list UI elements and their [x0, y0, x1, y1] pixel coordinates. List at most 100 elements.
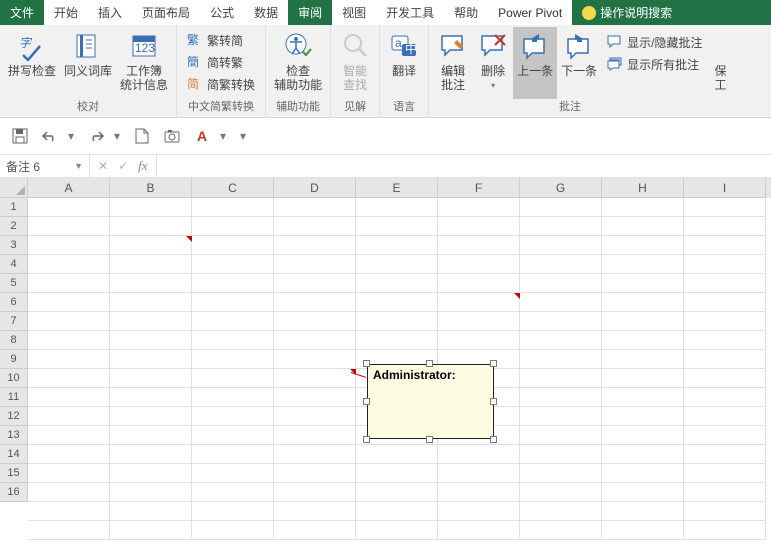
cell[interactable] [110, 407, 192, 426]
row-header[interactable]: 12 [0, 407, 28, 426]
enter-formula-button[interactable]: ✓ [118, 159, 128, 173]
col-header[interactable]: C [192, 178, 274, 198]
cell[interactable] [192, 369, 274, 388]
cell[interactable] [520, 198, 602, 217]
name-box-input[interactable] [6, 159, 66, 173]
cell[interactable] [602, 388, 684, 407]
cell[interactable] [28, 255, 110, 274]
cell[interactable] [110, 236, 192, 255]
cell[interactable] [274, 388, 356, 407]
row-header[interactable]: 3 [0, 236, 28, 255]
cell[interactable] [520, 445, 602, 464]
cell[interactable] [602, 483, 684, 502]
cell[interactable] [274, 445, 356, 464]
cell[interactable] [356, 236, 438, 255]
col-header[interactable]: B [110, 178, 192, 198]
cell[interactable] [274, 350, 356, 369]
undo-dropdown[interactable]: ▾ [68, 129, 78, 143]
cell[interactable] [520, 274, 602, 293]
next-comment-button[interactable]: 下一条 [557, 27, 601, 99]
edit-comment-button[interactable]: 编辑 批注 [433, 27, 473, 99]
qat-customize[interactable]: ▾ [240, 129, 250, 143]
cell[interactable] [356, 483, 438, 502]
cell[interactable] [192, 407, 274, 426]
cell[interactable] [274, 369, 356, 388]
tab-file[interactable]: 文件 [0, 0, 44, 25]
check-accessibility-button[interactable]: 检查 辅助功能 [270, 27, 326, 99]
cell[interactable] [110, 502, 192, 521]
cell[interactable] [520, 407, 602, 426]
cell[interactable] [274, 426, 356, 445]
thesaurus-button[interactable]: 同义词库 [60, 27, 116, 99]
cell[interactable] [356, 521, 438, 540]
cell[interactable] [520, 312, 602, 331]
cell[interactable] [438, 483, 520, 502]
name-box[interactable]: ▼ [0, 155, 90, 177]
spell-check-button[interactable]: 字 拼写检查 [4, 27, 60, 99]
cell[interactable] [438, 255, 520, 274]
cell[interactable] [520, 350, 602, 369]
cell[interactable] [274, 255, 356, 274]
cell[interactable] [602, 236, 684, 255]
col-header[interactable]: H [602, 178, 684, 198]
protect-button[interactable]: 保 工 [708, 27, 732, 99]
cell[interactable] [192, 274, 274, 293]
qat-camera-button[interactable] [160, 124, 184, 148]
qat-redo-button[interactable] [84, 124, 108, 148]
cell[interactable] [602, 426, 684, 445]
resize-handle[interactable] [426, 436, 433, 443]
cell[interactable] [192, 350, 274, 369]
resize-handle[interactable] [490, 436, 497, 443]
cell[interactable] [602, 502, 684, 521]
cell[interactable] [520, 331, 602, 350]
cell[interactable] [684, 464, 766, 483]
resize-handle[interactable] [490, 398, 497, 405]
cell[interactable] [110, 521, 192, 540]
cell[interactable] [602, 312, 684, 331]
cell[interactable] [602, 369, 684, 388]
resize-handle[interactable] [426, 360, 433, 367]
select-all-button[interactable] [0, 178, 28, 198]
redo-dropdown[interactable]: ▾ [114, 129, 124, 143]
row-header[interactable]: 9 [0, 350, 28, 369]
cell[interactable] [438, 236, 520, 255]
cell[interactable] [28, 217, 110, 236]
cell[interactable] [684, 217, 766, 236]
cell[interactable] [356, 445, 438, 464]
cell[interactable] [274, 274, 356, 293]
cell[interactable] [110, 217, 192, 236]
cell[interactable] [356, 198, 438, 217]
tab-formulas[interactable]: 公式 [200, 0, 244, 25]
cell[interactable] [602, 274, 684, 293]
cell[interactable] [28, 198, 110, 217]
col-header[interactable]: F [438, 178, 520, 198]
tab-insert[interactable]: 插入 [88, 0, 132, 25]
cell[interactable] [192, 236, 274, 255]
cell[interactable] [110, 331, 192, 350]
cell[interactable] [192, 502, 274, 521]
cell[interactable] [28, 464, 110, 483]
cell[interactable] [110, 426, 192, 445]
tab-powerpivot[interactable]: Power Pivot [488, 0, 572, 25]
cell[interactable] [192, 217, 274, 236]
cell[interactable] [356, 502, 438, 521]
row-header[interactable]: 16 [0, 483, 28, 502]
cell[interactable] [28, 521, 110, 540]
cell[interactable] [520, 388, 602, 407]
simp-to-trad-button[interactable]: 簡简转繁 [183, 51, 259, 73]
row-header[interactable]: 10 [0, 369, 28, 388]
cell[interactable] [274, 483, 356, 502]
row-header[interactable]: 4 [0, 255, 28, 274]
cell[interactable] [28, 274, 110, 293]
cell[interactable] [110, 255, 192, 274]
tab-pagelayout[interactable]: 页面布局 [132, 0, 200, 25]
comment-box[interactable]: Administrator: [367, 364, 494, 439]
cell[interactable] [438, 198, 520, 217]
cell[interactable] [438, 502, 520, 521]
cell[interactable] [356, 331, 438, 350]
cell[interactable] [356, 274, 438, 293]
row-header[interactable]: 11 [0, 388, 28, 407]
cell[interactable] [438, 445, 520, 464]
cell[interactable] [438, 521, 520, 540]
qat-font-button[interactable]: A [190, 124, 214, 148]
